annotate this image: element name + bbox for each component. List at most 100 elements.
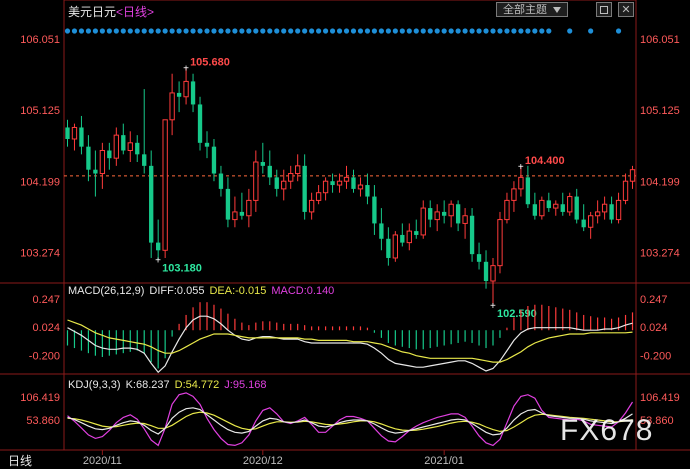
signal-dot [462,28,468,34]
signal-dot [183,28,189,34]
candle-body [434,211,440,221]
candle-body [190,81,196,105]
candle-body [469,215,475,255]
signal-dot [427,28,433,34]
signal-dot [204,28,210,34]
macd-diff-value: DIFF:0.055 [149,285,205,297]
candle-body [622,180,629,201]
candle-body [490,265,496,282]
macd-label: MACD(26,12,9) [68,285,145,297]
kdj-k-line [67,407,633,436]
signal-dot [162,28,168,34]
signal-dot [392,28,398,34]
signal-dot [232,28,238,34]
candle-body [142,154,147,166]
candle-body [560,204,565,212]
candle-body [615,199,622,221]
signal-dot [413,28,419,34]
signal-dot [316,28,322,34]
candle-body [343,176,350,182]
candle-body [372,196,377,224]
candle-body [357,184,364,190]
price-tick-label-right: 105.125 [640,105,680,117]
candle-body [315,192,322,201]
candle-body [183,80,189,98]
signal-dot [385,28,391,34]
signal-dot [85,28,92,34]
signal-dot [106,28,112,34]
candle-body [253,161,259,201]
candle-body [239,211,245,216]
candle-body [428,208,433,220]
macd-diff-line [67,315,633,374]
macd-macd-value: MACD:0.140 [271,285,335,297]
signal-dot [64,28,71,34]
signal-dot [371,28,378,34]
signal-dot [190,28,196,34]
kdj-d-value: D:54.772 [174,379,220,391]
signal-dot [148,28,154,34]
signal-dot [343,28,350,34]
signal-dot [71,28,78,34]
kdj-tick-label-left: 53.860 [26,415,60,427]
kdj-tick-label-left: 106.419 [20,392,60,404]
signal-dot [169,28,175,34]
candle-body [336,180,343,186]
candle-body [504,199,510,221]
candle-body [497,219,503,267]
annotation-marker: + [490,301,496,312]
signal-dot [309,28,315,34]
signal-dot [357,28,364,34]
candle-body [169,92,175,121]
candle-body [567,196,573,213]
candle-body [601,203,608,213]
signal-dot [364,28,371,34]
x-axis-label: 2020/11 [83,455,122,467]
candle-body [455,204,461,224]
candle-body [594,211,601,217]
kdj-j-value: J:95.168 [224,379,267,391]
signal-dot [322,28,329,34]
candle-body [414,231,419,235]
candle-body [197,104,203,143]
candle-body [518,176,524,190]
candle-body [121,135,126,151]
candle-body [400,234,405,243]
kdj-label: KDJ(9,3,3) [68,379,121,391]
signal-dot [239,28,245,34]
macd-dea-line [67,319,633,363]
timeframe-label[interactable]: 日线 [8,452,32,469]
candle-body [386,238,391,258]
signal-dot [260,28,266,34]
macd-legend: MACD(26,12,9) DIFF:0.055 DEA:-0.015 MACD:0.… [68,285,339,297]
signal-dot [176,28,182,34]
signal-dot [518,28,524,34]
candle-body [322,180,329,194]
candle-body [232,211,238,221]
signal-dot [225,28,231,34]
candle-body [511,188,517,201]
signal-dot [511,28,517,34]
candle-body [574,196,579,220]
signal-dot [92,28,98,34]
signal-dot [141,28,147,34]
signal-dot [476,28,482,34]
candle-body [274,177,279,189]
signal-dot [539,28,545,34]
signal-dot [497,28,503,34]
signal-dot [336,28,343,34]
annotation-marker: + [518,162,524,173]
candle-body [246,199,252,217]
signal-dot [246,28,252,34]
candle-body [156,242,161,251]
signal-dot [434,28,440,34]
signal-dot [329,28,336,34]
signal-dot [448,28,454,34]
macd-tick-label-left: -0.200 [29,351,60,363]
candle-body [379,223,384,239]
x-axis-label: 2020/12 [243,455,283,467]
signal-dot [567,28,573,34]
signal-dot [483,28,489,34]
kdj-k-value: K:68.237 [125,379,170,391]
price-tick-label-right: 104.199 [640,176,680,188]
